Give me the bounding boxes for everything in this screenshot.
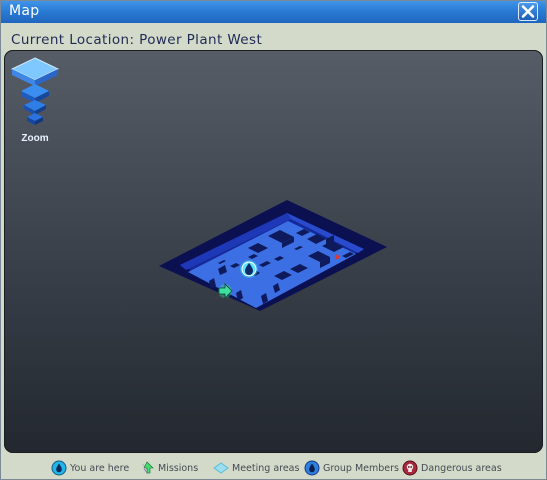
close-button[interactable]: [518, 2, 538, 21]
legend-label: Meeting areas: [232, 462, 300, 474]
legend-label: You are here: [70, 462, 130, 474]
meeting-areas-icon: [213, 462, 229, 474]
player-marker[interactable]: [240, 260, 258, 278]
zoom-icon[interactable]: [10, 56, 60, 132]
map-window: Map Current Location: Power Plant West Z…: [0, 0, 547, 480]
legend-meeting-areas: Meeting areas: [213, 460, 299, 476]
current-location: Current Location: Power Plant West: [11, 32, 263, 48]
map-view[interactable]: Zoom: [4, 50, 543, 453]
map-canvas[interactable]: [4, 50, 543, 453]
window-title: Map: [9, 3, 40, 19]
mission-marker[interactable]: [218, 283, 233, 299]
group-members-icon: [304, 460, 320, 476]
map-legend: You are here Missions Meeting areas Grou…: [1, 456, 546, 480]
legend-label: Dangerous areas: [421, 462, 502, 474]
title-bar[interactable]: Map: [1, 1, 546, 23]
legend-dangerous-areas: Dangerous areas: [402, 460, 502, 476]
zoom-control[interactable]: Zoom: [10, 56, 60, 146]
legend-label: Group Members: [323, 462, 399, 474]
legend-label: Missions: [158, 462, 199, 474]
you-are-here-icon: [51, 460, 67, 476]
missions-icon: [141, 461, 154, 475]
legend-you-are-here: You are here: [51, 460, 129, 476]
close-icon: [521, 5, 535, 18]
zoom-label: Zoom: [21, 133, 49, 144]
legend-missions: Missions: [139, 460, 198, 476]
legend-group-members: Group Members: [304, 460, 399, 476]
hazard-marker[interactable]: [334, 254, 340, 260]
dangerous-areas-icon: [402, 460, 418, 476]
